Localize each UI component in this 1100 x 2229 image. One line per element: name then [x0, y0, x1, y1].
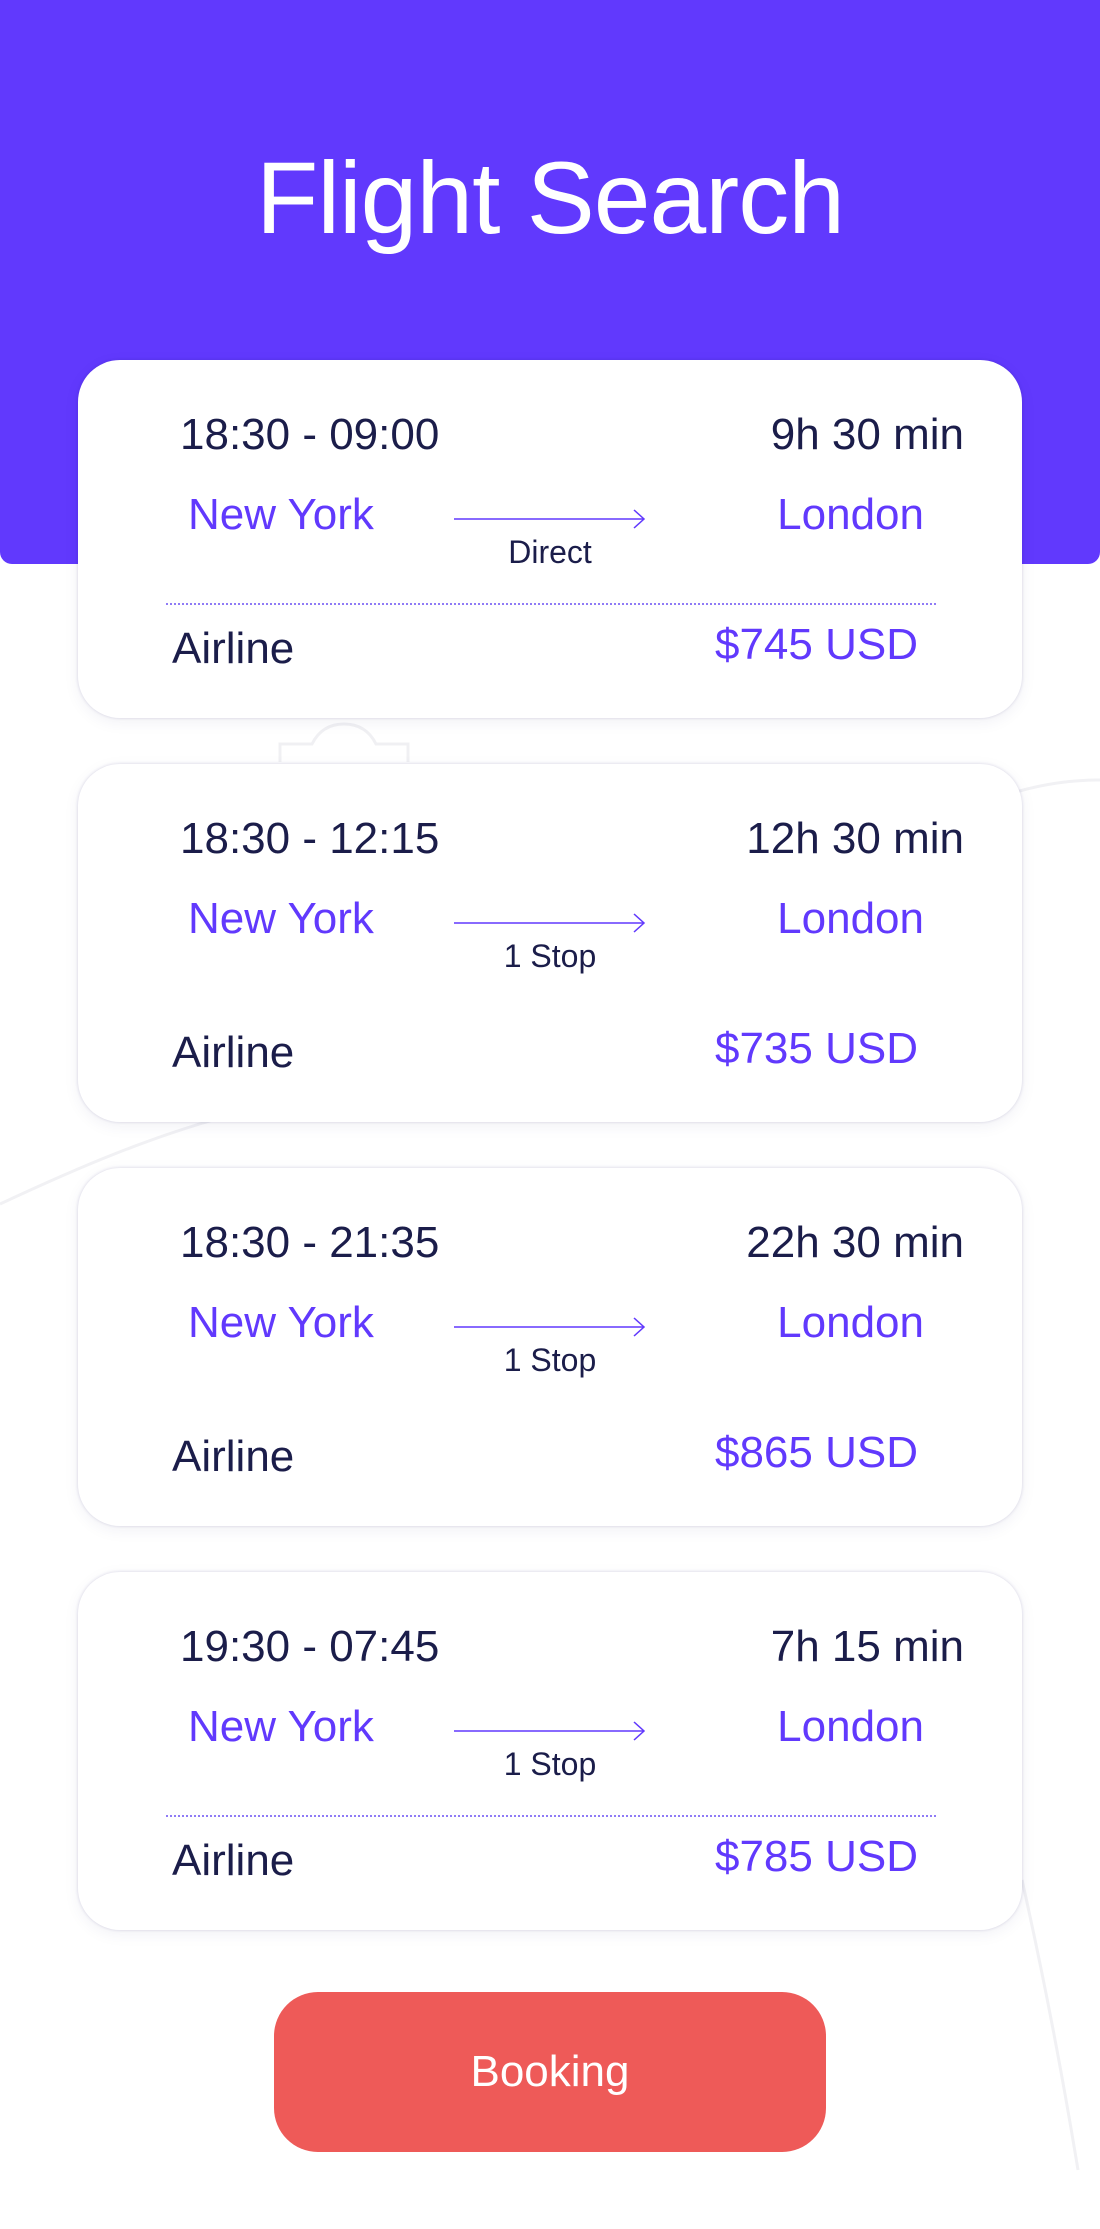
airline-name: Airline: [172, 624, 295, 673]
flight-card[interactable]: 18:30 - 09:00 9h 30 min New York Direct …: [78, 360, 1022, 718]
arrow-right-icon: [454, 509, 646, 529]
arrow-right-icon: [454, 913, 646, 933]
flight-times: 18:30 - 12:15: [180, 814, 440, 863]
flight-times: 19:30 - 07:45: [180, 1622, 440, 1671]
stops-label: 1 Stop: [503, 1746, 597, 1782]
arrow-right-icon: [454, 1317, 646, 1337]
price: $735 USD: [714, 1024, 918, 1073]
flight-duration: 7h 15 min: [770, 1622, 964, 1671]
price: $785 USD: [714, 1832, 918, 1881]
stops-label: 1 Stop: [503, 938, 597, 974]
flight-card[interactable]: 18:30 - 12:15 12h 30 min New York 1 Stop…: [78, 764, 1022, 1122]
booking-button[interactable]: Booking: [274, 1992, 826, 2152]
airline-name: Airline: [172, 1836, 295, 1885]
destination-city: London: [777, 1702, 924, 1751]
price: $745 USD: [714, 620, 918, 669]
flight-duration: 12h 30 min: [746, 814, 964, 863]
origin-city: New York: [188, 1298, 374, 1347]
flight-card[interactable]: 19:30 - 07:45 7h 15 min New York 1 Stop …: [78, 1572, 1022, 1930]
flight-duration: 9h 30 min: [770, 410, 964, 459]
stops-label: Direct: [508, 534, 592, 570]
page-title: Flight Search: [256, 141, 845, 255]
destination-city: London: [777, 1298, 924, 1347]
origin-city: New York: [188, 490, 374, 539]
flight-duration: 22h 30 min: [746, 1218, 964, 1267]
divider: [166, 603, 936, 605]
price: $865 USD: [714, 1428, 918, 1477]
origin-city: New York: [188, 894, 374, 943]
airline-name: Airline: [172, 1432, 295, 1481]
flight-times: 18:30 - 09:00: [180, 410, 440, 459]
flight-card[interactable]: 18:30 - 21:35 22h 30 min New York 1 Stop…: [78, 1168, 1022, 1526]
flight-times: 18:30 - 21:35: [180, 1218, 440, 1267]
arrow-right-icon: [454, 1721, 646, 1741]
destination-city: London: [777, 490, 924, 539]
stops-label: 1 Stop: [503, 1342, 597, 1378]
divider: [166, 1815, 936, 1817]
origin-city: New York: [188, 1702, 374, 1751]
destination-city: London: [777, 894, 924, 943]
airline-name: Airline: [172, 1028, 295, 1077]
